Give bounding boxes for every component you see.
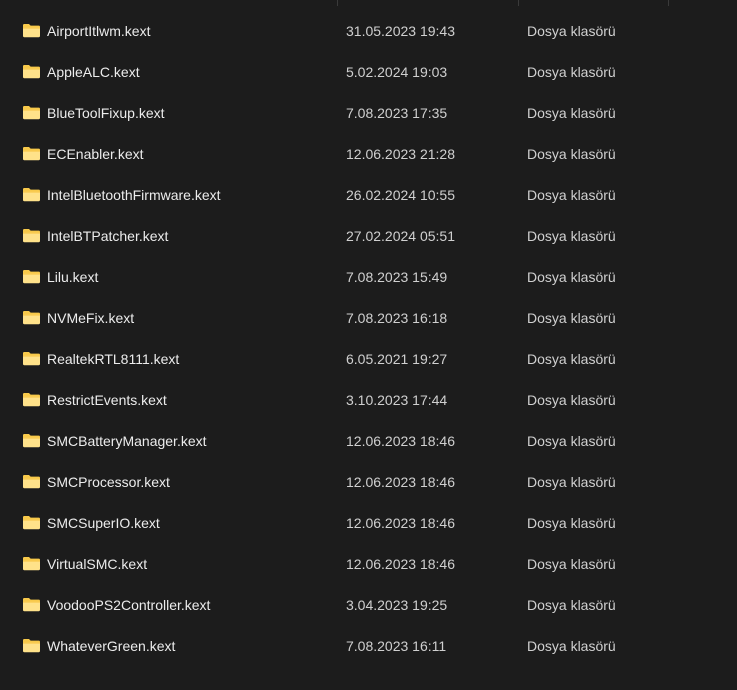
file-name: Lilu.kext — [47, 269, 99, 285]
folder-icon — [22, 310, 41, 325]
folder-icon — [22, 23, 41, 38]
file-row[interactable]: IntelBluetoothFirmware.kext 26.02.2024 10… — [0, 175, 737, 216]
file-name: VoodooPS2Controller.kext — [47, 597, 211, 613]
file-type: Dosya klasörü — [527, 597, 616, 613]
file-type: Dosya klasörü — [527, 515, 616, 531]
date-modified: 7.08.2023 17:35 — [346, 105, 448, 121]
file-name: AirportItlwm.kext — [47, 23, 151, 39]
file-row[interactable]: AppleALC.kext 5.02.2024 19:03 Dosya klasör… — [0, 52, 737, 93]
file-name: BlueToolFixup.kext — [47, 105, 165, 121]
file-row[interactable]: SMCBatteryManager.kext 12.06.2023 18:46 Do… — [0, 421, 737, 462]
file-name: ECEnabler.kext — [47, 146, 144, 162]
folder-icon — [22, 474, 41, 489]
date-modified: 7.08.2023 16:18 — [346, 310, 448, 326]
date-modified: 6.05.2021 19:27 — [346, 351, 448, 367]
folder-icon — [22, 515, 41, 530]
file-row[interactable]: AirportItlwm.kext 31.05.2023 19:43 Dosya k… — [0, 11, 737, 52]
column-separator-type[interactable] — [518, 0, 519, 6]
date-modified: 5.02.2024 19:03 — [346, 64, 448, 80]
file-row[interactable]: VoodooPS2Controller.kext 3.04.2023 19:25 D… — [0, 585, 737, 626]
folder-icon — [22, 392, 41, 407]
folder-icon — [22, 187, 41, 202]
folder-icon — [22, 105, 41, 120]
file-type: Dosya klasörü — [527, 638, 616, 654]
file-name: AppleALC.kext — [47, 64, 140, 80]
file-type: Dosya klasörü — [527, 474, 616, 490]
file-row[interactable]: ECEnabler.kext 12.06.2023 21:28 Dosya klas… — [0, 134, 737, 175]
file-type: Dosya klasörü — [527, 228, 616, 244]
date-modified: 12.06.2023 21:28 — [346, 146, 455, 162]
file-name: IntelBTPatcher.kext — [47, 228, 169, 244]
file-type: Dosya klasörü — [527, 64, 616, 80]
file-type: Dosya klasörü — [527, 433, 616, 449]
date-modified: 12.06.2023 18:46 — [346, 556, 455, 572]
file-name: IntelBluetoothFirmware.kext — [47, 187, 221, 203]
file-row[interactable]: IntelBTPatcher.kext 27.02.2024 05:51 Dosya… — [0, 216, 737, 257]
folder-icon — [22, 64, 41, 79]
file-type: Dosya klasörü — [527, 269, 616, 285]
date-modified: 12.06.2023 18:46 — [346, 433, 455, 449]
file-name: NVMeFix.kext — [47, 310, 135, 326]
column-separator-size[interactable] — [668, 0, 669, 6]
file-name: RealtekRTL8111.kext — [47, 351, 180, 367]
date-modified: 27.02.2024 05:51 — [346, 228, 455, 244]
file-type: Dosya klasörü — [527, 146, 616, 162]
file-row[interactable]: BlueToolFixup.kext 7.08.2023 17:35 Dosya k… — [0, 93, 737, 134]
file-type: Dosya klasörü — [527, 556, 616, 572]
folder-icon — [22, 146, 41, 161]
folder-icon — [22, 228, 41, 243]
file-row[interactable]: WhateverGreen.kext 7.08.2023 16:11 Dosya k… — [0, 626, 737, 667]
file-type: Dosya klasörü — [527, 105, 616, 121]
file-list: AirportItlwm.kext 31.05.2023 19:43 Dosya k… — [0, 0, 737, 690]
file-row[interactable]: VirtualSMC.kext 12.06.2023 18:46 Dosya kla… — [0, 544, 737, 585]
file-name: VirtualSMC.kext — [47, 556, 148, 572]
date-modified: 7.08.2023 15:49 — [346, 269, 448, 285]
date-modified: 31.05.2023 19:43 — [346, 23, 455, 39]
file-type: Dosya klasörü — [527, 310, 616, 326]
file-type: Dosya klasörü — [527, 187, 616, 203]
date-modified: 3.10.2023 17:44 — [346, 392, 448, 408]
date-modified: 7.08.2023 16:11 — [346, 638, 447, 654]
folder-icon — [22, 597, 41, 612]
file-name: SMCBatteryManager.kext — [47, 433, 207, 449]
file-name: RestrictEvents.kext — [47, 392, 167, 408]
folder-icon — [22, 638, 41, 653]
file-type: Dosya klasörü — [527, 23, 616, 39]
file-type: Dosya klasörü — [527, 351, 616, 367]
file-row[interactable]: NVMeFix.kext 7.08.2023 16:18 Dosya klasörü — [0, 298, 737, 339]
file-row[interactable]: SMCSuperIO.kext 12.06.2023 18:46 Dosya kla… — [0, 503, 737, 544]
folder-icon — [22, 351, 41, 366]
file-type: Dosya klasörü — [527, 392, 616, 408]
file-row[interactable]: Lilu.kext 7.08.2023 15:49 Dosya klasörü — [0, 257, 737, 298]
file-name: SMCProcessor.kext — [47, 474, 170, 490]
file-row[interactable]: SMCProcessor.kext 12.06.2023 18:46 Dosya k… — [0, 462, 737, 503]
date-modified: 3.04.2023 19:25 — [346, 597, 448, 613]
column-separator-date[interactable] — [337, 0, 338, 6]
folder-icon — [22, 556, 41, 571]
file-row[interactable]: RestrictEvents.kext 3.10.2023 17:44 Dosya … — [0, 380, 737, 421]
folder-icon — [22, 433, 41, 448]
file-name: WhateverGreen.kext — [47, 638, 176, 654]
file-name: SMCSuperIO.kext — [47, 515, 160, 531]
date-modified: 26.02.2024 10:55 — [346, 187, 455, 203]
folder-icon — [22, 269, 41, 284]
date-modified: 12.06.2023 18:46 — [346, 515, 455, 531]
date-modified: 12.06.2023 18:46 — [346, 474, 455, 490]
file-row[interactable]: RealtekRTL8111.kext 6.05.2021 19:27 Dosya … — [0, 339, 737, 380]
